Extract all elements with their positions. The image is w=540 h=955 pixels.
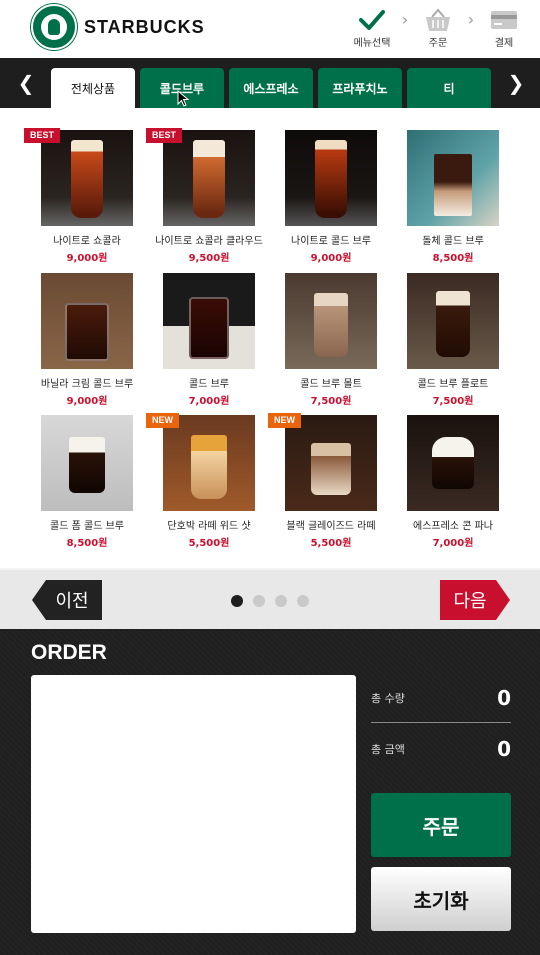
brand-name: STARBUCKS <box>84 17 205 37</box>
order-panel: ORDER 총 수량 0 총 금액 0 주문 초기화 <box>0 629 540 955</box>
tab-tea[interactable]: 티 <box>407 68 491 108</box>
product-price: 9,000원 <box>66 253 108 264</box>
tab-frappuccino[interactable]: 프라푸치노 <box>318 68 402 108</box>
product-name: 블랙 글레이즈드 라떼 <box>286 521 376 532</box>
product-image <box>41 415 133 511</box>
starbucks-logo <box>31 4 77 50</box>
product-price: 9,000원 <box>310 253 352 264</box>
product-card[interactable]: BEST 나이트로 쇼콜라 9,000원 <box>24 128 148 264</box>
product-card[interactable]: 콜드 브루 몰트 7,500원 <box>270 273 392 407</box>
total-quantity-value: 0 <box>497 686 511 710</box>
product-card[interactable]: 나이트로 콜드 브루 9,000원 <box>270 130 392 264</box>
product-image <box>41 130 133 226</box>
product-card[interactable]: NEW 블랙 글레이즈드 라떼 5,500원 <box>268 413 392 549</box>
tab-espresso[interactable]: 에스프레소 <box>229 68 313 108</box>
order-list[interactable] <box>31 675 356 933</box>
product-price: 7,500원 <box>432 396 474 407</box>
step-menu-select: 메뉴선택 <box>350 6 394 49</box>
order-button[interactable]: 주문 <box>371 793 511 857</box>
prev-page-button[interactable]: 이전 <box>32 580 102 620</box>
page-dot-2[interactable] <box>253 595 265 607</box>
step-arrow-icon: › <box>401 10 409 29</box>
product-name: 콜드 브루 몰트 <box>300 379 362 390</box>
product-price: 7,000원 <box>188 396 230 407</box>
app-header: STARBUCKS 메뉴선택 › 주문 › 결제 <box>0 0 540 58</box>
total-price-label: 총 금액 <box>371 743 405 756</box>
step-label: 결제 <box>494 38 514 49</box>
product-image <box>285 130 377 226</box>
product-name: 콜드 브루 플로트 <box>417 379 489 390</box>
product-card[interactable]: 콜드 폼 콜드 브루 8,500원 <box>26 415 148 549</box>
basket-icon <box>426 8 450 31</box>
product-name: 바닐라 크림 콜드 브루 <box>40 379 134 390</box>
product-card[interactable]: BEST 나이트로 쇼콜라 클라우드 9,500원 <box>146 128 270 264</box>
total-quantity-row: 총 수량 0 <box>371 675 511 721</box>
product-name: 돌체 콜드 브루 <box>422 236 484 247</box>
product-card[interactable]: NEW 단호박 라떼 위드 샷 5,500원 <box>146 413 270 549</box>
product-price: 9,000원 <box>66 396 108 407</box>
step-arrow-icon: › <box>467 10 475 29</box>
step-payment: 결제 <box>482 6 526 49</box>
best-badge: BEST <box>146 128 183 143</box>
best-badge: BEST <box>24 128 61 143</box>
product-price: 5,500원 <box>310 538 352 549</box>
tab-all-products[interactable]: 전체상품 <box>51 68 135 108</box>
product-card[interactable]: 콜드 브루 플로트 7,500원 <box>392 273 514 407</box>
total-price-row: 총 금액 0 <box>371 726 511 772</box>
product-image <box>285 415 377 511</box>
product-image <box>163 415 255 511</box>
page-dot-3[interactable] <box>275 595 287 607</box>
product-name: 나이트로 콜드 브루 <box>291 236 371 247</box>
mouse-cursor-icon <box>177 90 190 107</box>
step-order: 주문 <box>416 6 460 49</box>
check-icon <box>359 10 385 30</box>
product-name: 콜드 브루 <box>189 379 229 390</box>
new-badge: NEW <box>268 413 301 428</box>
page-dot-4[interactable] <box>297 595 309 607</box>
divider <box>371 722 511 723</box>
page-indicator <box>231 595 319 607</box>
chevron-right-icon[interactable]: ❯ <box>496 58 536 108</box>
product-image <box>163 130 255 226</box>
product-name: 단호박 라떼 위드 샷 <box>167 521 251 532</box>
product-price: 8,500원 <box>432 253 474 264</box>
product-grid: BEST 나이트로 쇼콜라 9,000원 BEST 나이트로 쇼콜라 클라우드 … <box>0 108 540 568</box>
product-image <box>163 273 255 369</box>
next-page-button[interactable]: 다음 <box>440 580 510 620</box>
product-price: 9,500원 <box>188 253 230 264</box>
reset-button[interactable]: 초기화 <box>371 867 511 931</box>
step-label: 주문 <box>428 38 448 49</box>
product-image <box>41 273 133 369</box>
product-image <box>407 273 499 369</box>
order-steps: 메뉴선택 › 주문 › 결제 <box>350 6 526 52</box>
product-card[interactable]: 바닐라 크림 콜드 브루 9,000원 <box>26 273 148 407</box>
product-price: 7,000원 <box>432 538 474 549</box>
card-icon <box>491 11 517 29</box>
product-name: 콜드 폼 콜드 브루 <box>50 521 124 532</box>
total-quantity-label: 총 수량 <box>371 692 405 705</box>
product-name: 나이트로 쇼콜라 클라우드 <box>155 236 263 247</box>
product-name: 나이트로 쇼콜라 <box>53 236 121 247</box>
product-price: 5,500원 <box>188 538 230 549</box>
product-card[interactable]: 에스프레소 콘 파나 7,000원 <box>392 415 514 549</box>
total-price-value: 0 <box>497 737 511 761</box>
category-bar: ❮ 전체상품 콜드브루 에스프레소 프라푸치노 티 ❯ <box>0 58 540 108</box>
product-card[interactable]: 돌체 콜드 브루 8,500원 <box>392 130 514 264</box>
pager: 이전 다음 <box>0 568 540 629</box>
chevron-left-icon[interactable]: ❮ <box>6 58 46 108</box>
product-image <box>285 273 377 369</box>
order-title: ORDER <box>31 641 107 664</box>
new-badge: NEW <box>146 413 179 428</box>
product-card[interactable]: 콜드 브루 7,000원 <box>148 273 270 407</box>
product-image <box>407 415 499 511</box>
product-name: 에스프레소 콘 파나 <box>413 521 493 532</box>
product-price: 7,500원 <box>310 396 352 407</box>
product-price: 8,500원 <box>66 538 108 549</box>
product-image <box>407 130 499 226</box>
step-label: 메뉴선택 <box>353 38 391 49</box>
page-dot-1[interactable] <box>231 595 243 607</box>
